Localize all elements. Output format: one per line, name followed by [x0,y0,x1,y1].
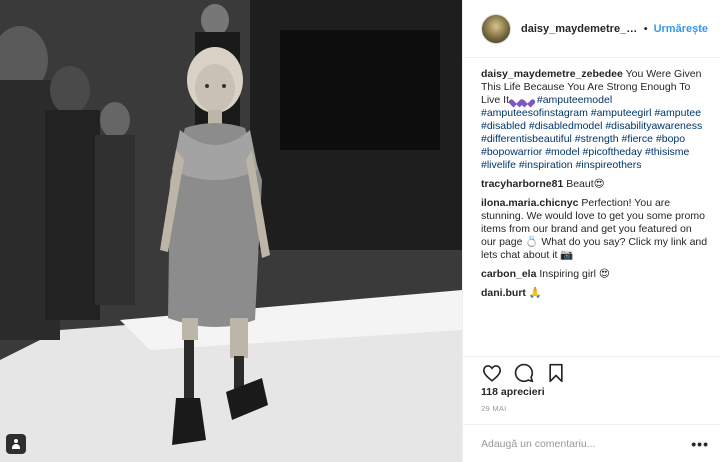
comment-author[interactable]: tracyharborne81 [481,178,563,190]
header-username[interactable]: daisy_maydemetre_ze... [521,23,638,35]
bookmark-icon [549,363,563,383]
comment-input[interactable] [481,437,692,450]
heart-eyes-emoji-icon: 😍 [593,178,605,190]
post-photo[interactable] [0,0,462,462]
comment-author[interactable]: dani.burt [481,287,526,299]
separator-dot: • [643,22,648,35]
comments-list[interactable]: daisy_maydemetre_zebedee You Were Given … [463,58,720,344]
comment-item: carbon_ela Inspiring girl 😍 [481,268,708,281]
heart-eyes-emoji-icon: 😍 [598,268,610,280]
caption-author[interactable]: daisy_maydemetre_zebedee [481,68,623,80]
comment-author[interactable]: carbon_ela [481,268,536,280]
comment-item: ilona.maria.chicnyc Perfection! You are … [481,197,708,262]
praying-hands-emoji-icon: 🙏 [528,287,542,299]
tag-people-button[interactable] [6,434,26,454]
avatar[interactable] [481,13,511,44]
camera-emoji-icon: 📷 [560,249,574,261]
add-comment-bar: ••• [463,424,720,462]
comment-item: tracyharborne81 Beaut😍 [481,178,708,191]
follow-button[interactable]: Urmărește [654,23,708,35]
post-date[interactable]: 29 MAI [481,404,507,413]
heart-icon [482,365,502,382]
post-header: daisy_maydemetre_ze... • Urmărește [463,0,720,58]
caption: daisy_maydemetre_zebedee You Were Given … [481,68,708,172]
purple-heart-icon [523,96,532,104]
post-side-panel: daisy_maydemetre_ze... • Urmărește daisy… [462,0,720,462]
comment-button[interactable] [513,362,535,384]
likes-count[interactable]: 118 aprecieri [481,386,545,398]
more-options-button[interactable]: ••• [691,437,709,451]
like-button[interactable] [481,362,503,384]
runway-photo-illustration [0,0,462,462]
comment-item: dani.burt 🙏 [481,287,708,300]
save-button[interactable] [545,362,567,384]
comment-text: Inspiring girl [539,268,596,280]
ring-emoji-icon: 💍 [525,236,539,248]
comment-text: Beaut [566,178,594,190]
comment-icon [514,363,534,383]
post-actions [463,356,720,383]
comment-author[interactable]: ilona.maria.chicnyc [481,197,578,209]
person-icon [11,439,21,449]
